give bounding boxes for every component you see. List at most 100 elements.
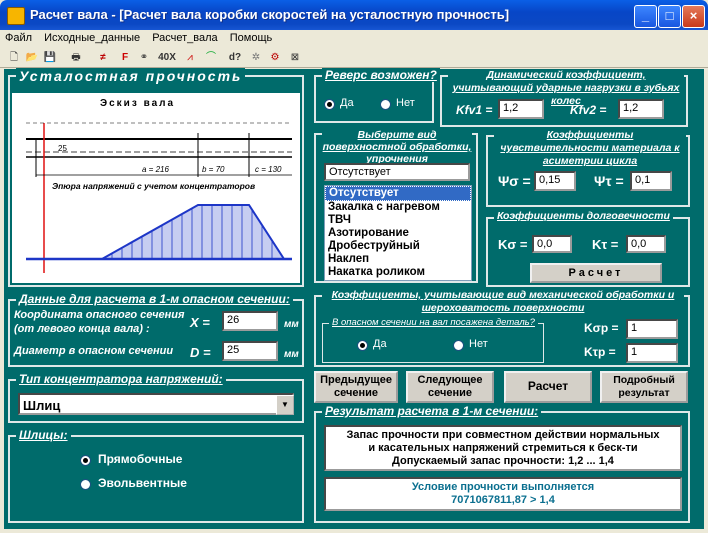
k-sigma-label: Kσ = <box>498 237 528 252</box>
mech-no-radio[interactable] <box>453 340 464 351</box>
x-input[interactable]: 26 <box>222 311 278 331</box>
help-icon[interactable]: d? <box>227 50 243 66</box>
save-icon[interactable]: 💾 <box>42 50 58 66</box>
surface-option[interactable]: Наклеп <box>325 253 471 266</box>
dynamic-panel: Динамический коэффициент, учитывающий уд… <box>440 69 688 127</box>
psi-tau-label: Ψτ = <box>594 173 624 189</box>
result-text-box: Запас прочности при совместном действии … <box>324 425 682 471</box>
splines-title: Шлицы: <box>16 428 71 442</box>
surface-panel: Выберите вид поверхностной обработки, уп… <box>314 129 478 283</box>
dim-c: c = 130 <box>255 165 282 174</box>
ktp-label: Kτp = <box>584 345 616 359</box>
mech-yes-radio[interactable] <box>357 340 368 351</box>
close-icon[interactable]: ⊠ <box>287 50 303 66</box>
psi-sigma-input[interactable]: 0,15 <box>534 171 576 191</box>
dim-a: a = 216 <box>142 165 169 174</box>
sensitivity-panel: Коэффициенты чувствительности материала … <box>486 129 690 207</box>
result-line-2: и касательных напряжений стремиться к бе… <box>368 442 638 454</box>
diagram-title: Эпюра напряжений с учетом концентраторов <box>52 181 255 191</box>
menu-help[interactable]: Помощь <box>225 30 277 44</box>
reverse-title: Реверс возможен? <box>322 68 440 82</box>
material-icon[interactable]: 40Х <box>157 50 177 66</box>
reverse-panel: Реверс возможен? Да Нет <box>314 68 440 123</box>
kfv1-label: Kfv1 = <box>456 103 493 117</box>
link-icon[interactable]: ⚭ <box>136 50 152 66</box>
sensitivity-title: Коэффициенты чувствительности материала … <box>494 129 686 168</box>
maximize-button[interactable]: □ <box>658 5 681 28</box>
client-area: Усталостная прочность Эскиз вала 25 a = … <box>4 68 704 529</box>
surface-option[interactable]: Закалка с нагревом <box>325 201 471 214</box>
surface-option[interactable]: Дробеструйный <box>325 240 471 253</box>
result-line-3: Допускаемый запас прочности: 1,2 ... 1,4 <box>392 455 614 467</box>
menu-shaft-calc[interactable]: Расчет_вала <box>147 30 221 44</box>
mech-title: Коэффициенты, учитывающие вид механическ… <box>322 289 684 315</box>
prev-section-button[interactable]: Предыдущее сечение <box>314 371 398 403</box>
d-input[interactable]: 25 <box>222 341 278 361</box>
menu-bar: Файл Исходные_данные Расчет_вала Помощь <box>0 30 708 48</box>
toolbar: 🗋 📂 💾 🖶 ≠ F ⚭ 40Х ⩘ ⌒ d? ✲ ⚙ ⊠ <box>0 48 708 68</box>
shaft-sketch: Эскиз вала 25 a = 216 b = 70 c = 130 Эпю… <box>12 93 300 283</box>
mech-panel: Коэффициенты, учитывающие вид механическ… <box>314 289 690 367</box>
formula-icon[interactable]: ≠ <box>95 50 111 66</box>
durability-calc-button[interactable]: Расчет <box>530 263 662 283</box>
reverse-no-radio[interactable] <box>380 99 391 110</box>
kfv2-input[interactable]: 1,2 <box>618 99 664 119</box>
print-icon[interactable]: 🖶 <box>68 50 84 66</box>
concentrator-panel: Тип концентратора напряжений: Шлиц ▼ <box>8 372 304 423</box>
surface-option[interactable]: Азотирование <box>325 227 471 240</box>
reverse-yes-radio[interactable] <box>324 99 335 110</box>
gear-icon[interactable]: ✲ <box>248 50 264 66</box>
d-unit: мм <box>284 349 299 360</box>
mech-yes-label: Да <box>373 338 387 350</box>
k-sigma-input[interactable]: 0,0 <box>532 235 572 253</box>
chart-icon[interactable]: ⩘ <box>182 50 198 66</box>
ksp-input[interactable]: 1 <box>626 319 678 339</box>
k-tau-input[interactable]: 0,0 <box>626 235 666 253</box>
dim-25: 25 <box>58 144 67 153</box>
title-bar: Расчет вала - [Расчет вала коробки скоро… <box>0 0 708 30</box>
next-section-button[interactable]: Следующее сечение <box>406 371 494 403</box>
diam-label: Диаметр в опасном сечении <box>14 345 174 357</box>
new-file-icon[interactable]: 🗋 <box>6 50 22 66</box>
d-label: D = <box>190 345 211 360</box>
force-icon[interactable]: F <box>117 50 133 66</box>
surface-option[interactable]: ТВЧ <box>325 214 471 227</box>
result-status-1: Условие прочности выполняется <box>411 481 595 493</box>
reverse-no-label: Нет <box>396 97 415 109</box>
mech-sub-title: В опасном сечении на вал посажена деталь… <box>329 317 538 328</box>
kfv2-label: Kfv2 = <box>570 103 607 117</box>
psi-tau-input[interactable]: 0,1 <box>630 171 672 191</box>
calc-button[interactable]: Расчет <box>504 371 592 403</box>
chevron-down-icon[interactable]: ▼ <box>276 395 294 415</box>
psi-sigma-label: Ψσ = <box>498 173 531 189</box>
settings-icon[interactable]: ⚙ <box>267 50 283 66</box>
result-title: Результат расчета в 1-м сечении: <box>322 404 542 418</box>
surface-listbox[interactable]: Отсутствует Закалка с нагревом ТВЧ Азоти… <box>324 185 472 281</box>
spline-involute-radio[interactable] <box>80 479 91 490</box>
mech-no-label: Нет <box>469 338 488 350</box>
ktp-input[interactable]: 1 <box>626 343 678 363</box>
section-panel: Данные для расчета в 1-м опасном сечении… <box>8 292 304 367</box>
minimize-button[interactable]: _ <box>634 5 657 28</box>
section-title: Данные для расчета в 1-м опасном сечении… <box>16 292 293 306</box>
concentrator-select[interactable]: Шлиц <box>18 393 294 415</box>
kfv1-input[interactable]: 1,2 <box>498 99 544 119</box>
spline-straight-radio[interactable] <box>80 455 91 466</box>
app-icon <box>7 7 25 25</box>
close-window-button[interactable]: × <box>682 5 705 28</box>
surface-option-selected[interactable]: Отсутствует <box>325 186 471 201</box>
ksp-label: Kσp = <box>584 321 619 335</box>
coord-label-1: Координата опасного сечения <box>14 309 185 321</box>
durability-title: Коэффициенты долговечности <box>494 210 673 222</box>
fatigue-title: Усталостная прочность <box>16 68 246 84</box>
menu-input-data[interactable]: Исходные_данные <box>39 30 144 44</box>
detail-result-button[interactable]: Подробный результат <box>600 371 688 403</box>
open-folder-icon[interactable]: 📂 <box>24 50 40 66</box>
bending-icon[interactable]: ⌒ <box>203 50 219 66</box>
surface-option[interactable]: Накатка роликом <box>325 266 471 279</box>
result-line-1: Запас прочности при совместном действии … <box>346 429 660 441</box>
window-title: Расчет вала - [Расчет вала коробки скоро… <box>30 7 510 22</box>
surface-current-field[interactable]: Отсутствует <box>324 163 470 181</box>
menu-file[interactable]: Файл <box>0 30 36 44</box>
splines-panel: Шлицы: Прямобочные Эвольвентные <box>8 428 304 523</box>
